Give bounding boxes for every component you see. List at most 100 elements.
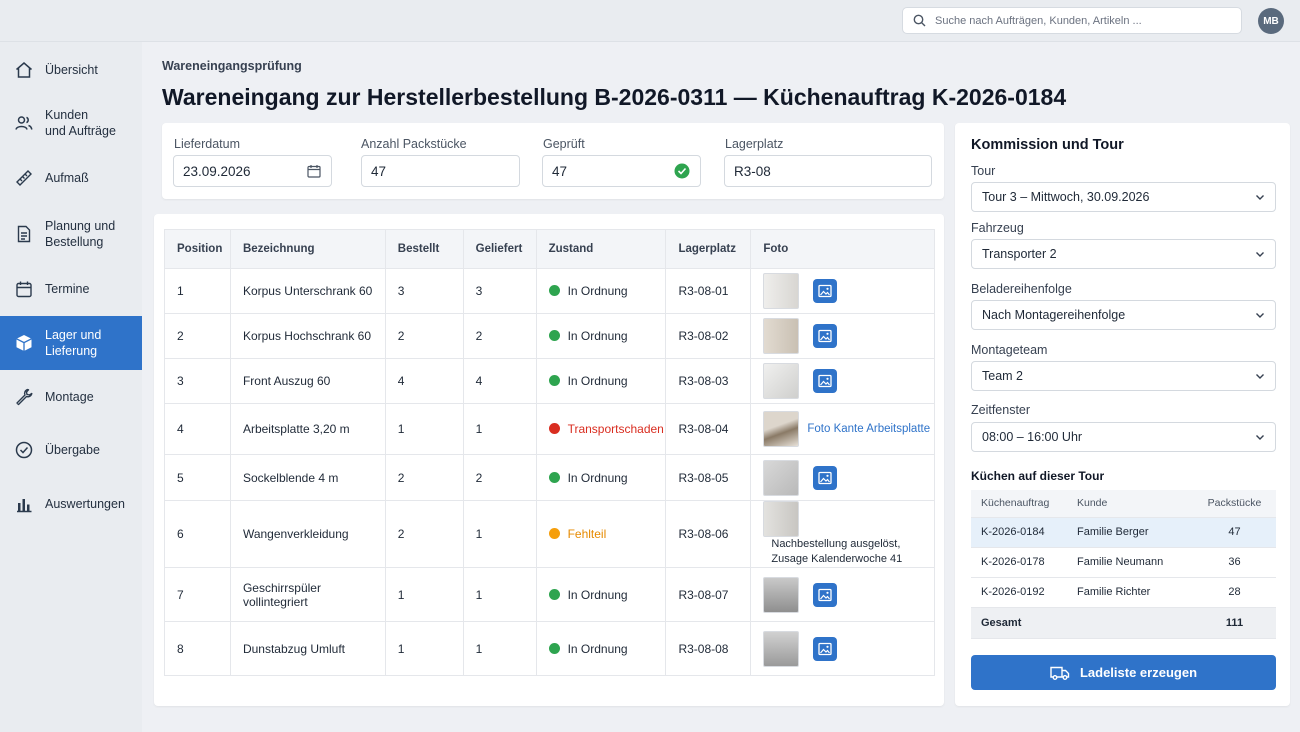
position-cell: 3 — [164, 358, 231, 404]
bezeichnung-cell: Wangenverkleidung — [229, 500, 386, 568]
table-row[interactable]: 6 Wangenverkleidung 2 1 Fehlteil R3-08-06 Nach… — [164, 500, 935, 568]
status-dot-icon — [548, 423, 560, 434]
fahrzeug-select[interactable]: Transporter 2 — [971, 239, 1276, 269]
status-dot-icon — [548, 471, 560, 483]
chevron-down-icon — [1256, 435, 1264, 440]
sidebar-item-auswertungen[interactable]: Auswertungen — [0, 489, 142, 519]
search-placeholder: Suche nach Aufträgen, Kunden, Artikeln .… — [935, 14, 1142, 27]
image-icon[interactable] — [813, 369, 838, 393]
table-row[interactable]: K-2026-0192 Familie Richter 28 — [971, 577, 1276, 608]
table-row[interactable]: 3 Front Auszug 60 4 4 In Ordnung R3-08-03 — [164, 358, 935, 404]
lagerplatz-field[interactable]: R3-08 — [724, 155, 932, 187]
photo-thumbnail[interactable] — [763, 630, 800, 667]
calendar-icon[interactable] — [307, 164, 321, 178]
fahrzeug-label: Fahrzeug — [971, 221, 1024, 235]
bestellt-cell: 2 — [384, 313, 464, 359]
avatar[interactable]: MB — [1258, 8, 1284, 34]
column-header[interactable]: Foto — [750, 229, 935, 269]
geliefert-cell: 1 — [462, 567, 537, 622]
position-cell: 2 — [164, 313, 231, 359]
packstuecke-field[interactable]: 47 — [361, 155, 520, 187]
image-icon[interactable] — [813, 324, 838, 348]
montageteam-select[interactable]: Team 2 — [971, 361, 1276, 391]
sidebar-item-lager[interactable]: Lager und Lieferung — [0, 316, 142, 370]
kitchens-table: Küchenauftrag Kunde Packstücke K-2026-01… — [971, 490, 1276, 639]
home-icon — [14, 60, 34, 80]
status-text: In Ordnung — [567, 329, 628, 343]
geprueft-field[interactable]: 47 — [542, 155, 701, 187]
bezeichnung-cell: Arbeitsplatte 3,20 m — [229, 403, 386, 455]
image-icon[interactable] — [813, 279, 838, 303]
sidebar-item-uebersicht[interactable]: Übersicht — [0, 55, 142, 85]
lagerplatz-cell: R3-08-04 — [665, 403, 752, 455]
table-row[interactable]: 7 Geschirrspüler vollintegriert 1 1 In Ordnu… — [164, 567, 935, 622]
table-row[interactable]: K-2026-0178 Familie Neumann 36 — [971, 547, 1276, 578]
kitchen-kunde: Familie Berger — [1067, 517, 1193, 548]
geliefert-cell: 2 — [462, 313, 537, 359]
photo-thumbnail[interactable] — [763, 411, 800, 447]
image-icon[interactable] — [813, 465, 838, 490]
sidebar-item-montage[interactable]: Montage — [0, 382, 142, 412]
table-row[interactable]: K-2026-0184 Familie Berger 47 — [971, 517, 1276, 548]
packstuecke-value: 47 — [371, 163, 387, 179]
lieferdatum-value: 23.09.2026 — [183, 163, 251, 179]
users-icon — [14, 113, 34, 133]
lieferdatum-field[interactable]: 23.09.2026 — [173, 155, 332, 187]
bezeichnung-cell: Dunstabzug Umluft — [229, 621, 386, 676]
tour-select[interactable]: Tour 3 – Mittwoch, 30.09.2026 — [971, 182, 1276, 212]
create-loading-list-button[interactable]: Ladeliste erzeugen — [971, 655, 1276, 690]
column-header[interactable]: Geliefert — [462, 229, 537, 269]
sidebar-item-termine[interactable]: Termine — [0, 274, 142, 304]
photo-thumbnail[interactable] — [763, 576, 800, 613]
photo-thumbnail[interactable] — [763, 273, 800, 309]
image-icon[interactable] — [813, 636, 838, 661]
status-dot-icon — [548, 588, 560, 600]
sum-label: Gesamt — [971, 607, 1067, 639]
table-row[interactable]: 4 Arbeitsplatte 3,20 m 1 1 Transportschaden R… — [164, 403, 935, 455]
column-header[interactable]: Position — [164, 229, 231, 269]
bar-chart-icon — [14, 494, 34, 514]
photo-thumbnail[interactable] — [763, 363, 800, 399]
foto-cell: Nachbestellung ausgelöst, Zusage Kalende… — [750, 500, 935, 568]
table-row[interactable]: 5 Sockelblende 4 m 2 2 In Ordnung R3-08-05 — [164, 454, 935, 501]
table-row[interactable]: 2 Korpus Hochschrank 60 2 2 In Ordnung R3-08-… — [164, 313, 935, 359]
image-icon[interactable] — [813, 582, 838, 607]
sidebar-item-kunden[interactable]: Kunden und Aufträge — [0, 104, 142, 142]
photo-thumbnail[interactable] — [763, 459, 800, 496]
column-header[interactable]: Bezeichnung — [229, 229, 386, 269]
search-input[interactable]: Suche nach Aufträgen, Kunden, Artikeln .… — [902, 7, 1242, 34]
photo-thumbnail[interactable] — [763, 318, 800, 354]
chevron-down-icon — [1256, 195, 1264, 200]
position-cell: 8 — [164, 621, 231, 676]
zeitfenster-select[interactable]: 08:00 – 16:00 Uhr — [971, 422, 1276, 452]
chevron-down-icon — [1256, 374, 1264, 379]
bezeichnung-cell: Korpus Hochschrank 60 — [229, 313, 386, 359]
bestellt-cell: 1 — [384, 621, 464, 676]
kitchen-pakete: 28 — [1193, 577, 1276, 608]
sidebar-item-label: Montage — [45, 390, 94, 404]
photo-link[interactable]: Foto Kante Arbeitsplatte — [807, 423, 930, 435]
table-row[interactable]: 1 Korpus Unterschrank 60 3 3 In Ordnung R3-08… — [164, 268, 935, 314]
status-dot-icon — [548, 375, 560, 386]
check-circle-icon — [14, 440, 34, 460]
bestellt-cell: 4 — [384, 358, 464, 404]
reorder-note: Nachbestellung ausgelöst, Zusage Kalende… — [771, 538, 903, 565]
chevron-down-icon — [1256, 313, 1264, 318]
kitchen-auftrag: K-2026-0192 — [971, 577, 1067, 608]
zeitfenster-select-value: 08:00 – 16:00 Uhr — [982, 430, 1083, 444]
lagerplatz-cell: R3-08-05 — [665, 454, 752, 501]
status-text: In Ordnung — [567, 641, 628, 656]
column-header[interactable]: Lagerplatz — [665, 229, 752, 269]
sidebar-item-planung[interactable]: Planung und Bestellung — [0, 215, 142, 253]
photo-thumbnail[interactable] — [763, 501, 800, 537]
table-header-row: Küchenauftrag Kunde Packstücke — [971, 490, 1276, 518]
status-dot-icon — [548, 285, 560, 296]
sidebar-item-aufmass[interactable]: Aufmaß — [0, 163, 142, 193]
sidebar-item-uebergabe[interactable]: Übergabe — [0, 435, 142, 465]
lagerplatz-cell: R3-08-02 — [665, 313, 752, 359]
column-header[interactable]: Bestellt — [384, 229, 464, 269]
table-row[interactable]: 8 Dunstabzug Umluft 1 1 In Ordnung R3-08-08 — [164, 621, 935, 676]
beladereihenfolge-select[interactable]: Nach Montagereihenfolge — [971, 300, 1276, 330]
column-header[interactable]: Zustand — [535, 229, 667, 269]
foto-cell — [750, 567, 935, 622]
